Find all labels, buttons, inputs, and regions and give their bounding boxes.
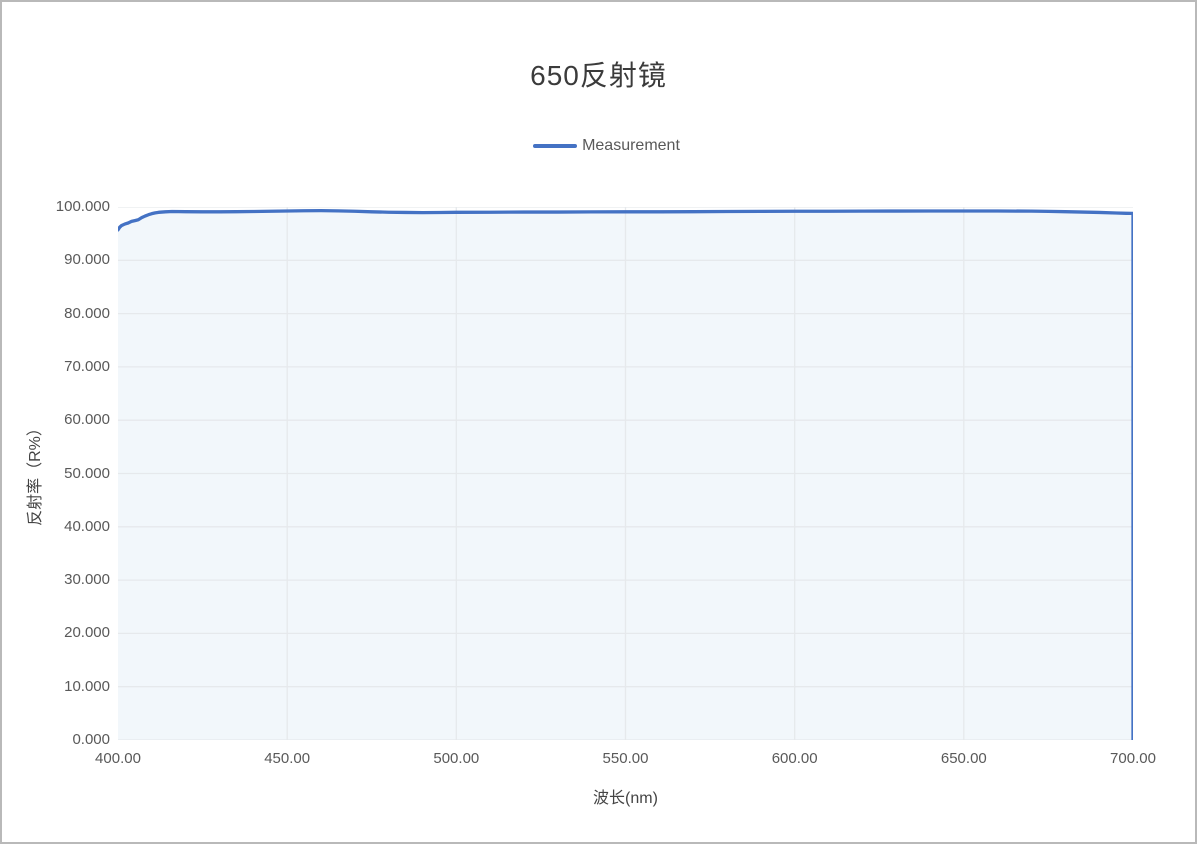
y-axis-tick-label: 90.000 <box>15 251 110 268</box>
x-axis-title: 波长(nm) <box>118 784 1133 808</box>
x-axis-tick-label: 600.00 <box>750 750 840 767</box>
y-axis-tick-label: 70.000 <box>15 358 110 375</box>
y-axis-tick-label: 0.000 <box>15 731 110 748</box>
x-axis-tick-label: 400.00 <box>73 750 163 767</box>
plot-area <box>118 207 1133 740</box>
legend-item-label: Measurement <box>582 137 680 155</box>
chart-title: 650反射镜 <box>2 54 1195 94</box>
x-axis-tick-label: 500.00 <box>411 750 501 767</box>
legend: Measurement <box>2 137 1195 155</box>
y-axis-tick-label: 100.000 <box>15 198 110 215</box>
x-axis-tick-label: 650.00 <box>919 750 1009 767</box>
y-axis-tick-label: 30.000 <box>15 571 110 588</box>
chart-card: 650反射镜 Measurement 0.000 10.000 20.000 30.0… <box>0 0 1197 844</box>
x-axis-tick-label: 700.00 <box>1088 750 1178 767</box>
x-axis-tick-label: 450.00 <box>242 750 332 767</box>
x-axis-tick-label: 550.00 <box>581 750 671 767</box>
y-axis-title: 反射率（R%） <box>21 420 45 526</box>
legend-item-measurement[interactable]: Measurement <box>533 137 680 155</box>
y-axis-tick-label: 20.000 <box>15 624 110 641</box>
y-axis-tick-label: 10.000 <box>15 678 110 695</box>
y-axis-tick-label: 80.000 <box>15 305 110 322</box>
legend-line-swatch-icon <box>533 144 577 148</box>
